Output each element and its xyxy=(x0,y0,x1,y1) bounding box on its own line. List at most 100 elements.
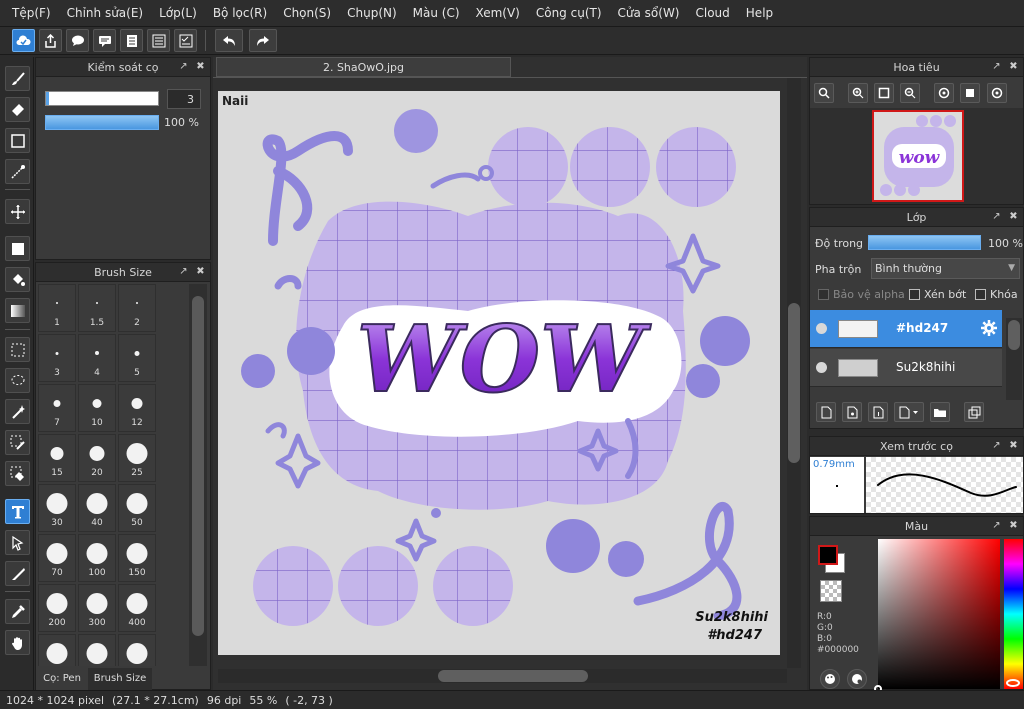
brush-size-cell[interactable]: 20 xyxy=(78,434,116,482)
brush-size-cell[interactable]: 25 xyxy=(118,434,156,482)
eye-icon[interactable] xyxy=(816,323,827,334)
document-icon[interactable] xyxy=(120,29,143,52)
eraser-icon[interactable] xyxy=(5,97,30,122)
close-icon[interactable]: ✖ xyxy=(195,61,206,72)
brush-size-cell[interactable]: 7 xyxy=(38,384,76,432)
brush-size-cell[interactable]: 5 xyxy=(118,334,156,382)
close-icon[interactable]: ✖ xyxy=(1008,520,1019,531)
brush-size-cell[interactable]: 10 xyxy=(78,384,116,432)
brush-icon[interactable] xyxy=(5,66,30,91)
brush-size-scrollbar[interactable] xyxy=(189,284,207,666)
zoom-out-icon[interactable] xyxy=(900,83,920,103)
redo-icon[interactable] xyxy=(249,29,277,52)
comment-icon[interactable] xyxy=(66,29,89,52)
cloud-icon[interactable] xyxy=(12,29,35,52)
knife-icon[interactable] xyxy=(5,561,30,586)
brush-size-cell[interactable]: 400 xyxy=(118,584,156,632)
fit-screen-icon[interactable] xyxy=(874,83,894,103)
palette-settings-icon[interactable] xyxy=(847,669,867,689)
zoom-in-icon[interactable] xyxy=(848,83,868,103)
brush-size-cell[interactable]: 300 xyxy=(78,584,116,632)
folder-icon[interactable] xyxy=(930,402,950,422)
new-1bit-layer-icon[interactable] xyxy=(868,402,888,422)
protect-alpha-checkbox[interactable]: Bảo vệ alpha xyxy=(818,288,905,301)
menu-capture[interactable]: Chụp(N) xyxy=(339,0,405,27)
brush-size-cell[interactable]: 1.5 xyxy=(78,284,116,332)
select-pen-icon[interactable] xyxy=(5,430,30,455)
layer-row[interactable]: Su2k8hihi xyxy=(810,349,1002,387)
popout-icon[interactable]: ↗ xyxy=(178,266,189,277)
close-icon[interactable]: ✖ xyxy=(1008,440,1019,451)
brush-size-cell[interactable] xyxy=(38,634,76,666)
fullscreen-icon[interactable] xyxy=(960,83,980,103)
menu-file[interactable]: Tệp(F) xyxy=(4,0,59,27)
text-tool-icon[interactable] xyxy=(5,499,30,524)
share-icon[interactable] xyxy=(39,29,62,52)
brush-opacity-slider[interactable] xyxy=(45,115,159,130)
brush-size-cell[interactable]: 50 xyxy=(118,484,156,532)
hue-slider[interactable] xyxy=(1004,539,1023,689)
saturation-value-picker[interactable] xyxy=(874,539,1000,693)
brush-size-cell[interactable]: 1 xyxy=(38,284,76,332)
add-layer-menu-icon[interactable] xyxy=(894,402,924,422)
canvas-vertical-scrollbar[interactable] xyxy=(787,78,801,668)
menu-view[interactable]: Xem(V) xyxy=(468,0,528,27)
palette-icon[interactable] xyxy=(820,669,840,689)
layer-opacity-slider[interactable] xyxy=(868,235,981,250)
brush-size-cell[interactable]: 200 xyxy=(38,584,76,632)
select-eraser-icon[interactable] xyxy=(5,461,30,486)
brush-size-cell[interactable]: 40 xyxy=(78,484,116,532)
fill-rect-icon[interactable] xyxy=(5,236,30,261)
checklist-icon[interactable] xyxy=(174,29,197,52)
navigator-preview[interactable]: wow xyxy=(810,108,1023,204)
brush-size-cell[interactable] xyxy=(78,634,116,666)
transparent-color-swatch[interactable] xyxy=(820,580,842,602)
bucket-icon[interactable] xyxy=(5,267,30,292)
popout-icon[interactable]: ↗ xyxy=(991,520,1002,531)
tab-brush-size[interactable]: Brush Size xyxy=(88,668,152,690)
menu-select[interactable]: Chọn(S) xyxy=(275,0,339,27)
brush-size-cell[interactable]: 2 xyxy=(118,284,156,332)
layer-scrollbar[interactable] xyxy=(1006,318,1022,400)
brush-size-cell[interactable]: 30 xyxy=(38,484,76,532)
brush-size-cell[interactable]: 4 xyxy=(78,334,116,382)
brush-size-slider[interactable] xyxy=(45,91,159,106)
hue-handle[interactable] xyxy=(1006,679,1020,687)
new-vector-layer-icon[interactable] xyxy=(842,402,862,422)
brush-size-value[interactable]: 3 xyxy=(167,89,201,109)
rotate-right-icon[interactable] xyxy=(987,83,1007,103)
new-layer-icon[interactable] xyxy=(816,402,836,422)
rectangle-select-icon[interactable] xyxy=(5,128,30,153)
menu-cloud[interactable]: Cloud xyxy=(688,0,738,27)
lock-checkbox[interactable]: Khóa xyxy=(975,288,1018,301)
pen-line-icon[interactable] xyxy=(5,159,30,184)
brush-size-cell[interactable]: 150 xyxy=(118,534,156,582)
move-icon[interactable] xyxy=(5,199,30,224)
operation-icon[interactable] xyxy=(5,530,30,555)
marquee-icon[interactable] xyxy=(5,337,30,362)
blend-mode-select[interactable]: Bình thường ▼ xyxy=(871,258,1020,279)
canvas[interactable]: WOW Naii Su2k8hihi #hd247 xyxy=(218,91,780,655)
lasso-icon[interactable] xyxy=(5,368,30,393)
duplicate-layer-icon[interactable] xyxy=(964,402,984,422)
eyedropper-icon[interactable] xyxy=(5,599,30,624)
undo-icon[interactable] xyxy=(215,29,243,52)
close-icon[interactable]: ✖ xyxy=(1008,211,1019,222)
close-icon[interactable]: ✖ xyxy=(1008,61,1019,72)
magic-wand-icon[interactable] xyxy=(5,399,30,424)
foreground-color-swatch[interactable] xyxy=(818,545,838,565)
menu-help[interactable]: Help xyxy=(738,0,781,27)
popout-icon[interactable]: ↗ xyxy=(991,440,1002,451)
close-icon[interactable]: ✖ xyxy=(195,266,206,277)
brush-size-cell[interactable]: 12 xyxy=(118,384,156,432)
layer-row[interactable]: #hd247 xyxy=(810,310,1002,348)
brush-size-cell[interactable]: 70 xyxy=(38,534,76,582)
menu-edit[interactable]: Chỉnh sửa(E) xyxy=(59,0,152,27)
popout-icon[interactable]: ↗ xyxy=(178,61,189,72)
tab-brush-pen[interactable]: Cọ: Pen xyxy=(36,668,88,690)
rotate-left-icon[interactable] xyxy=(934,83,954,103)
brush-size-cell[interactable]: 100 xyxy=(78,534,116,582)
popout-icon[interactable]: ↗ xyxy=(991,61,1002,72)
menu-layer[interactable]: Lớp(L) xyxy=(151,0,205,27)
message-icon[interactable] xyxy=(93,29,116,52)
